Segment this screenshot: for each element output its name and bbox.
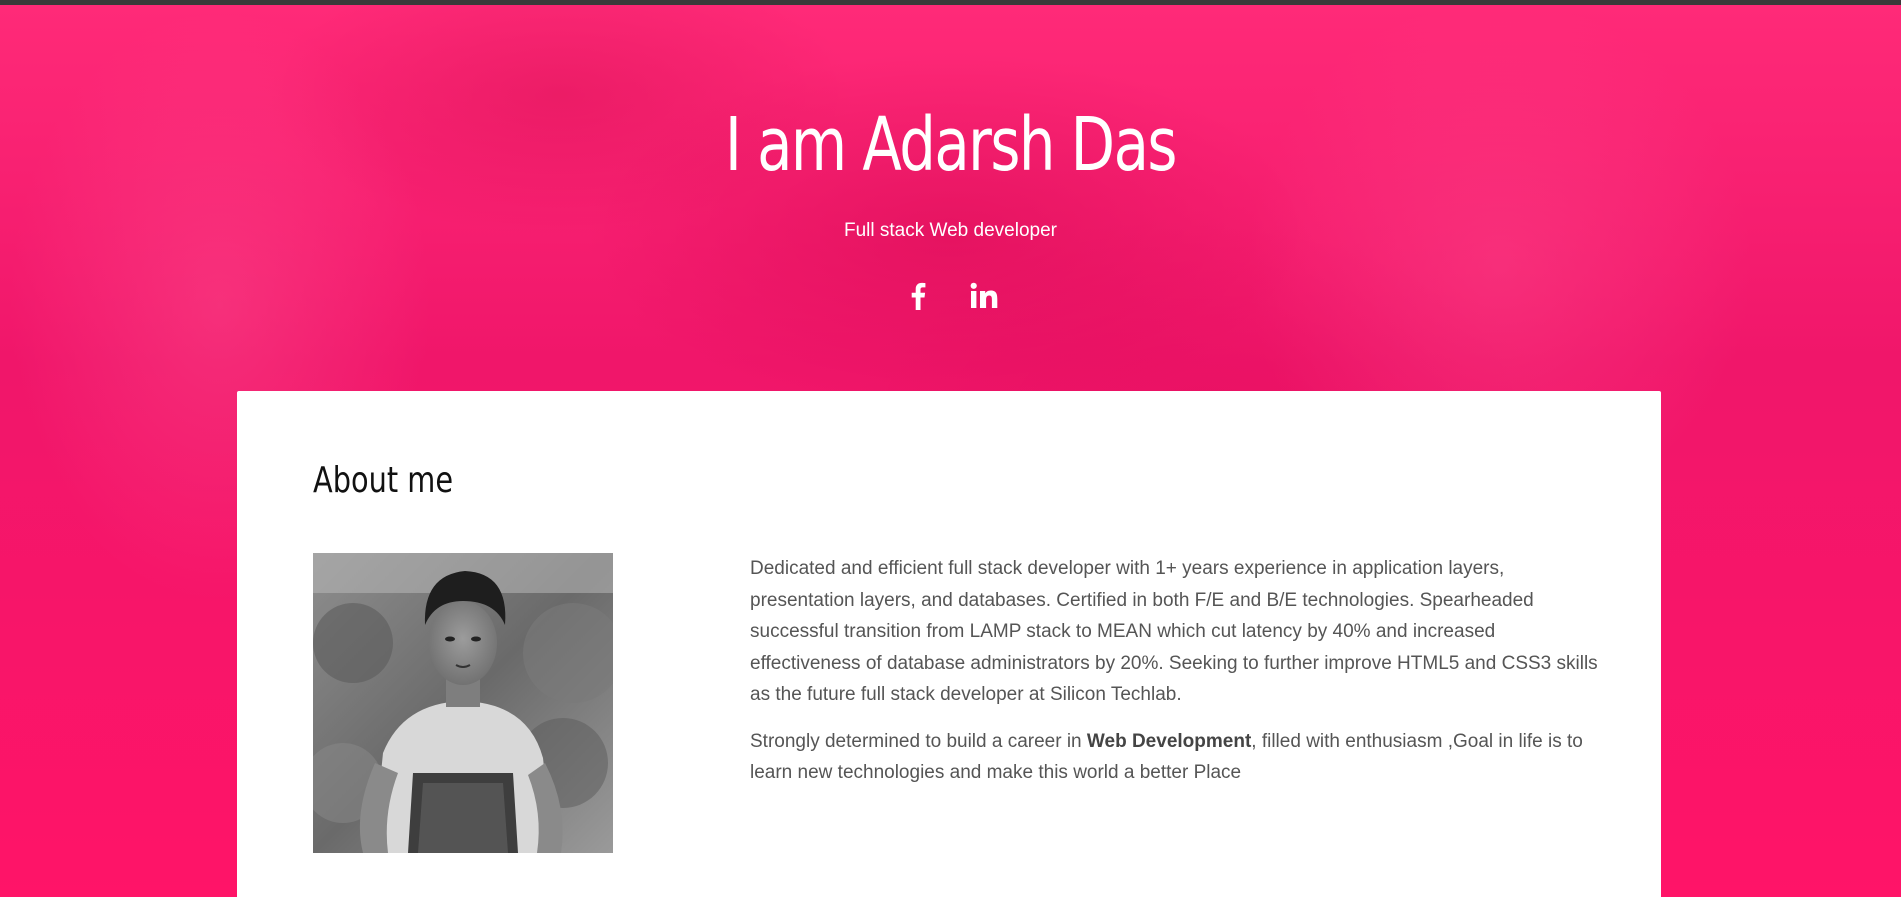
about-card: About me Dedicated and efficient full st… <box>237 391 1661 897</box>
about-paragraph-1: Dedicated and efficient full stack devel… <box>750 558 1598 705</box>
page: I am Adarsh Das Full stack Web developer… <box>0 0 1901 897</box>
social-links <box>0 278 1901 314</box>
profile-photo-image <box>313 553 613 853</box>
linkedin-link[interactable] <box>966 278 1002 314</box>
facebook-icon <box>911 282 925 310</box>
linkedin-icon <box>970 282 997 308</box>
top-strip <box>0 0 1901 5</box>
about-paragraph-2-highlight: Web Development <box>1086 730 1252 752</box>
hero-subtitle: Full stack Web developer <box>844 220 1057 241</box>
profile-photo <box>313 553 613 853</box>
about-paragraph-2-start: Strongly determined to build a career in <box>750 730 1087 752</box>
facebook-link[interactable] <box>900 278 936 314</box>
hero-title: I am Adarsh Das <box>724 102 1178 188</box>
about-text: Dedicated and efficient full stack devel… <box>750 553 1600 804</box>
about-heading: About me <box>313 460 454 501</box>
about-paragraph-2: Strongly determined to build a career in… <box>750 726 1600 789</box>
